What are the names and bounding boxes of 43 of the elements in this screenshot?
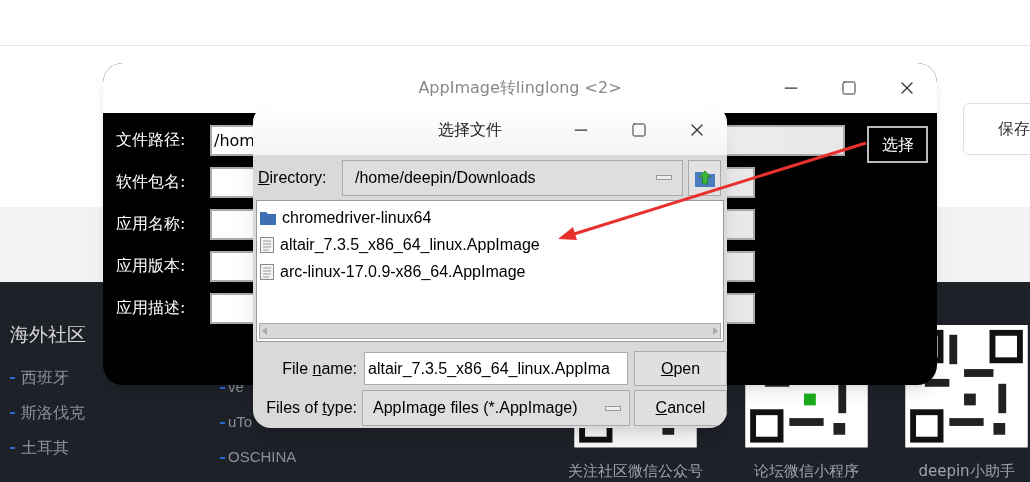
- field-label: 文件路径:: [116, 129, 187, 151]
- directory-dropdown[interactable]: /home/deepin/Downloads: [342, 159, 683, 196]
- dialog-title: 选择文件: [438, 120, 502, 140]
- footer-link[interactable]: uTo: [228, 411, 253, 434]
- qr-caption: deepin小助手: [918, 460, 1015, 482]
- file-list-item[interactable]: altair_7.3.5_x86_64_linux.AppImage: [257, 231, 723, 258]
- bullet-icon: [220, 456, 225, 459]
- footer-heading: 海外社区: [10, 322, 87, 347]
- directory-label: Directory:: [257, 167, 328, 188]
- parent-folder-button[interactable]: [688, 159, 721, 196]
- footer-link[interactable]: 斯洛伐克: [21, 400, 85, 425]
- file-list-item[interactable]: chromedriver-linux64: [257, 204, 723, 231]
- save-button[interactable]: 保存: [963, 103, 1030, 155]
- footer-link[interactable]: 土耳其: [21, 435, 69, 460]
- file-list-item[interactable]: arc-linux-17.0.9-x86_64.AppImage: [257, 258, 723, 285]
- maximize-icon[interactable]: [841, 80, 857, 96]
- bullet-icon: [220, 386, 225, 389]
- maximize-icon[interactable]: [631, 122, 647, 138]
- dropdown-icon: [605, 405, 621, 411]
- window-title: AppImage转linglong <2>: [418, 77, 622, 99]
- qr-caption: 关注社区微信公众号: [568, 460, 703, 482]
- cancel-button[interactable]: Cancel: [634, 390, 727, 426]
- bullet-icon: [220, 421, 225, 424]
- file-icon: [260, 263, 274, 280]
- file-type-label: Files of type:: [265, 398, 358, 418]
- file-name-field[interactable]: altair_7.3.5_x86_64_linux.AppIma: [364, 352, 628, 385]
- dropdown-icon: [656, 175, 672, 180]
- file-icon: [260, 236, 274, 253]
- field-label: 软件包名:: [116, 171, 187, 193]
- footer-link[interactable]: 西班牙: [21, 365, 69, 390]
- qr-caption: 论坛微信小程序: [754, 460, 859, 482]
- field-label: 应用版本:: [116, 255, 187, 277]
- bullet-icon: [10, 446, 15, 449]
- file-name-label: File name:: [281, 358, 358, 379]
- bullet-icon: [10, 376, 15, 379]
- folder-icon: [260, 210, 276, 225]
- field-label: 应用描述:: [116, 297, 187, 319]
- choose-button[interactable]: 选择: [867, 126, 928, 163]
- field-label: 应用名称:: [116, 213, 187, 235]
- file-type-dropdown[interactable]: AppImage files (*.AppImage): [362, 390, 630, 426]
- bullet-icon: [10, 411, 15, 414]
- open-button[interactable]: Open: [634, 351, 727, 386]
- footer-link[interactable]: OSCHINA: [228, 446, 297, 469]
